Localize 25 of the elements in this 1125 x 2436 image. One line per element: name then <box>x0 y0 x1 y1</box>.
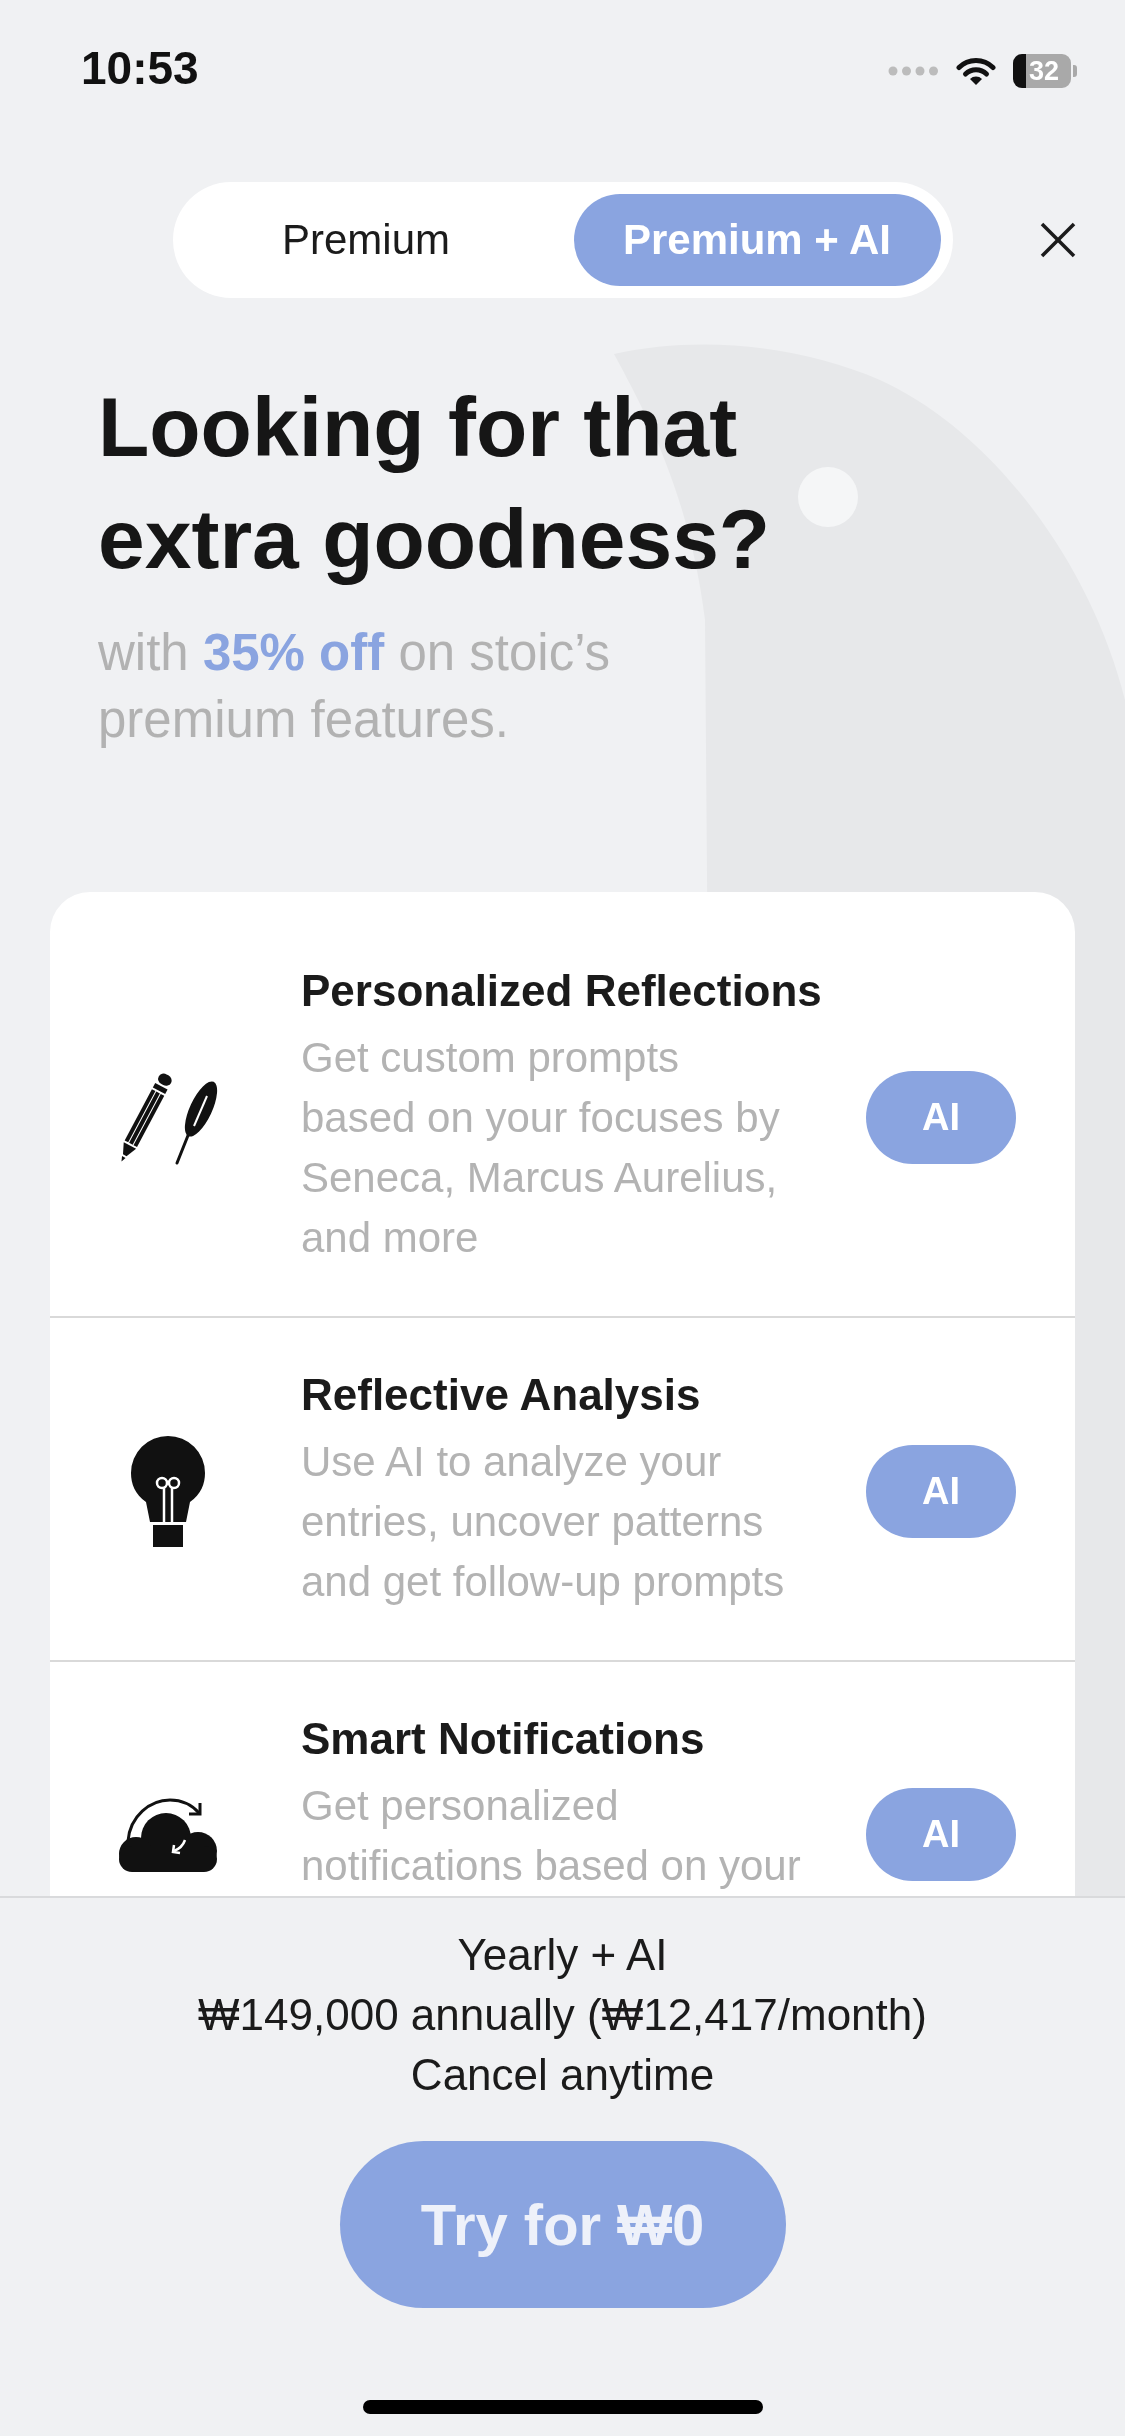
plan-price: ₩149,000 annually (₩12,417/month) <box>198 1989 927 2041</box>
close-button[interactable] <box>1040 222 1076 258</box>
ai-badge: AI <box>866 1444 1016 1538</box>
ai-badge: AI <box>866 1787 1016 1881</box>
battery-indicator: 32 <box>1013 54 1077 88</box>
feature-title: Reflective Analysis <box>301 1370 701 1420</box>
feature-description: Use AI to analyze your entries, uncover patterns and get follow-up prompts <box>301 1437 785 1607</box>
plan-tab[interactable]: Premium <box>182 194 550 286</box>
feature-title: Smart Notifications <box>301 1714 705 1764</box>
cloud-with-arrow-icon <box>116 1796 220 1872</box>
try-button[interactable]: Try for ₩0 <box>339 2141 786 2308</box>
wifi-icon <box>956 56 996 86</box>
close-icon <box>1040 222 1076 258</box>
subtitle: with 35% off on stoic’s premium features. <box>98 623 611 750</box>
feature-title: Personalized Reflections <box>301 966 822 1016</box>
feature-description: Get personalized notifications based on your <box>301 1781 801 1891</box>
status-time: 10:53 <box>81 41 199 95</box>
ai-badge: AI <box>866 1070 1016 1164</box>
lightbulb-icon <box>129 1435 207 1547</box>
signal-icon <box>888 66 939 76</box>
plan-tab[interactable]: Premium + AI <box>573 194 941 286</box>
plan-name: Yearly + AI <box>457 1929 668 1981</box>
cancel-note: Cancel anytime <box>410 2049 715 2101</box>
headline: Looking for that extra goodness? <box>98 379 771 588</box>
feature-description: Get custom prompts based on your focuses by Seneca, Marcus Aurelius, and more <box>301 1033 780 1263</box>
